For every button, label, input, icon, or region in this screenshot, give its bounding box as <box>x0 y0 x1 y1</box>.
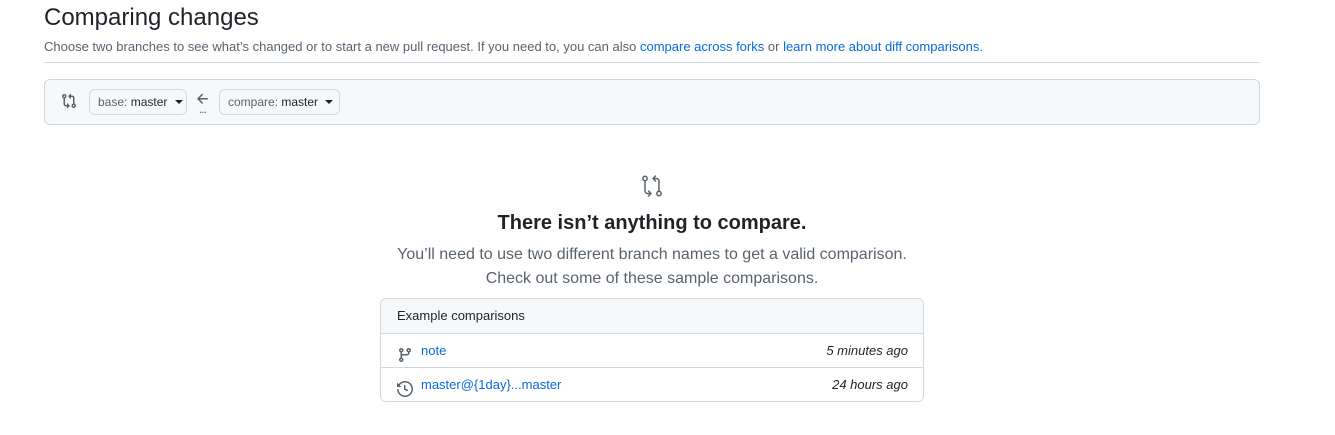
git-compare-icon <box>61 93 77 109</box>
compare-across-forks-link[interactable]: compare across forks <box>640 39 764 54</box>
example-comparison-row: master@{1day}...master 24 hours ago <box>381 367 923 401</box>
subtitle-text: Choose two branches to see what’s change… <box>44 39 637 54</box>
base-branch-name: master <box>130 95 168 109</box>
page-title: Comparing changes <box>44 4 259 31</box>
history-icon <box>397 376 414 398</box>
base-label: base: <box>98 95 128 109</box>
range-editor: base: master ... compare: master <box>44 79 1260 125</box>
blankslate-title: There isn’t anything to compare. <box>497 212 807 234</box>
compare-label: compare: <box>228 95 279 109</box>
git-branch-icon <box>397 342 413 363</box>
page-subtitle: Choose two branches to see what’s change… <box>44 37 1260 57</box>
caret-down-icon <box>174 99 183 104</box>
compare-branch-name: master <box>281 95 319 109</box>
example-comparison-time: 5 minutes ago <box>826 343 908 358</box>
example-comparison-row: note 5 minutes ago <box>381 334 923 367</box>
range-dots: ... <box>199 102 207 116</box>
blankslate-description: You’ll need to use two different branch … <box>380 243 924 291</box>
subtitle-or: or <box>767 39 780 54</box>
git-compare-icon <box>640 174 664 198</box>
compare-branch-select[interactable]: compare: master <box>219 89 340 115</box>
example-comparison-link[interactable]: master@{1day}...master <box>421 368 561 401</box>
example-comparison-time: 24 hours ago <box>832 377 908 392</box>
example-comparison-link[interactable]: note <box>421 334 446 367</box>
blankslate: There isn’t anything to compare. You’ll … <box>380 170 924 291</box>
example-comparisons-header: Example comparisons <box>381 299 923 334</box>
blankslate-line-1: You’ll need to use two different branch … <box>397 246 907 263</box>
base-branch-select[interactable]: base: master <box>89 89 187 115</box>
learn-more-diff-link[interactable]: learn more about diff comparisons <box>783 39 979 54</box>
blankslate-line-2: Check out some of these sample compariso… <box>485 270 819 287</box>
caret-down-icon <box>325 99 334 104</box>
example-comparisons-box: Example comparisons note 5 minutes ago m… <box>380 298 924 402</box>
page-header: Comparing changes Choose two branches to… <box>44 2 1260 57</box>
header-divider <box>44 62 1260 63</box>
learn-more-period: . <box>979 39 983 54</box>
